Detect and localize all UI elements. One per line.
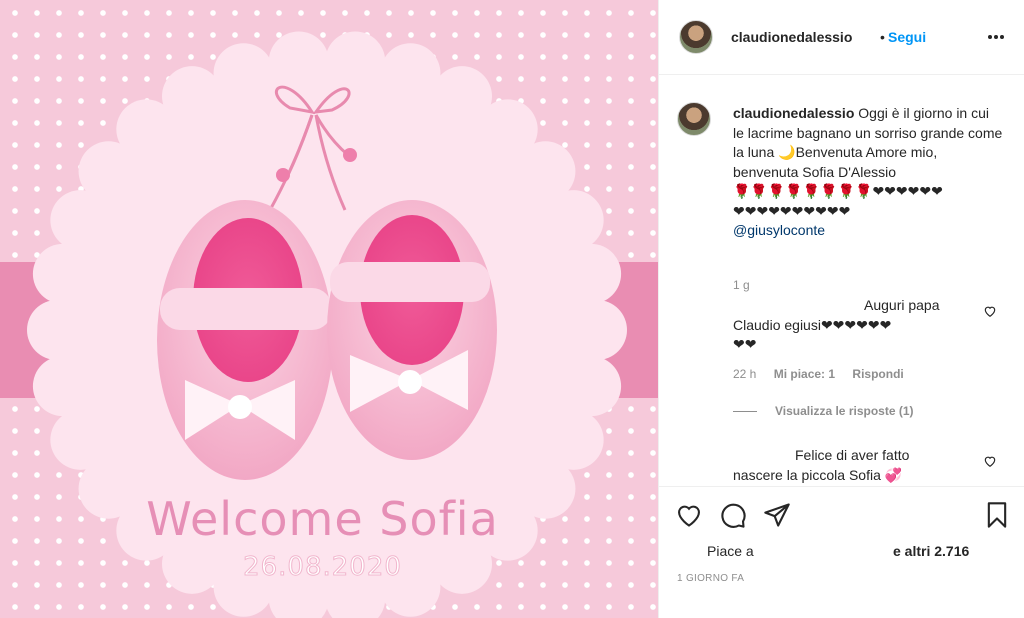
reply-button[interactable]: Rispondi: [852, 367, 903, 381]
view-replies-label: Visualizza le risposte (1): [775, 404, 914, 418]
view-replies-button[interactable]: Visualizza le risposte (1): [733, 404, 914, 418]
caption-avatar[interactable]: [677, 102, 711, 136]
caption-emoji-row: ❤❤❤❤❤❤❤❤❤❤: [733, 202, 851, 219]
post-date[interactable]: 1 GIORNO FA: [677, 573, 744, 584]
caption-text: claudionedalessio Oggi è il giorno in cu…: [733, 104, 1003, 241]
comment-text-line: Claudio egiusi❤❤❤❤❤❤: [733, 316, 892, 333]
post-sidebar: claudionedalessio • Segui claudionedales…: [658, 0, 1024, 618]
caption-emoji-row: 🌹🌹🌹🌹🌹🌹🌹🌹❤❤❤❤❤❤: [733, 183, 943, 199]
comment-text-line: ❤❤: [733, 336, 757, 352]
caption-timestamp[interactable]: 1 g: [733, 278, 750, 292]
post-image[interactable]: Welcome Sofia 26.08.2020: [0, 0, 658, 618]
header-username[interactable]: claudionedalessio: [731, 29, 852, 45]
comment-like-icon[interactable]: [983, 454, 997, 468]
bookmark-icon[interactable]: [983, 501, 1011, 529]
ellipsis-icon[interactable]: [986, 27, 1006, 47]
comment: Auguri papa Claudio egiusi❤❤❤❤❤❤ ❤❤: [733, 296, 983, 355]
separator-dot: •: [880, 29, 885, 45]
caption-username[interactable]: claudionedalessio: [733, 105, 854, 121]
divider-line: [733, 410, 757, 412]
comment: Felice di aver fatto nascere la piccola …: [733, 446, 983, 485]
comments-section[interactable]: claudionedalessio Oggi è il giorno in cu…: [659, 76, 1024, 486]
caption-mention-link[interactable]: @giusyloconte: [733, 222, 825, 238]
comment-icon[interactable]: [719, 501, 747, 529]
welcome-text: Welcome Sofia: [146, 492, 499, 546]
comment-meta: 22 h Mi piace: 1 Rispondi: [733, 367, 918, 381]
likes-count[interactable]: e altri 2.716: [893, 543, 969, 559]
likes-prefix: Piace a: [707, 543, 754, 559]
birth-date-text: 26.08.2020: [243, 552, 402, 583]
comment-text-line: Felice di aver fatto: [795, 447, 910, 463]
avatar[interactable]: [679, 20, 713, 54]
share-icon[interactable]: [763, 501, 791, 529]
post-actions: Piace a e altri 2.716 1 GIORNO FA: [659, 486, 1024, 618]
comment-likes[interactable]: Mi piace: 1: [774, 367, 835, 381]
comment-text-line: nascere la piccola Sofia 💞: [733, 466, 903, 483]
follow-button[interactable]: Segui: [888, 29, 926, 45]
post-header: claudionedalessio • Segui: [659, 0, 1024, 75]
comment-timestamp[interactable]: 22 h: [733, 367, 756, 381]
heart-icon[interactable]: [675, 501, 703, 529]
comment-text-line: Auguri papa: [864, 297, 940, 313]
comment-like-icon[interactable]: [983, 304, 997, 318]
